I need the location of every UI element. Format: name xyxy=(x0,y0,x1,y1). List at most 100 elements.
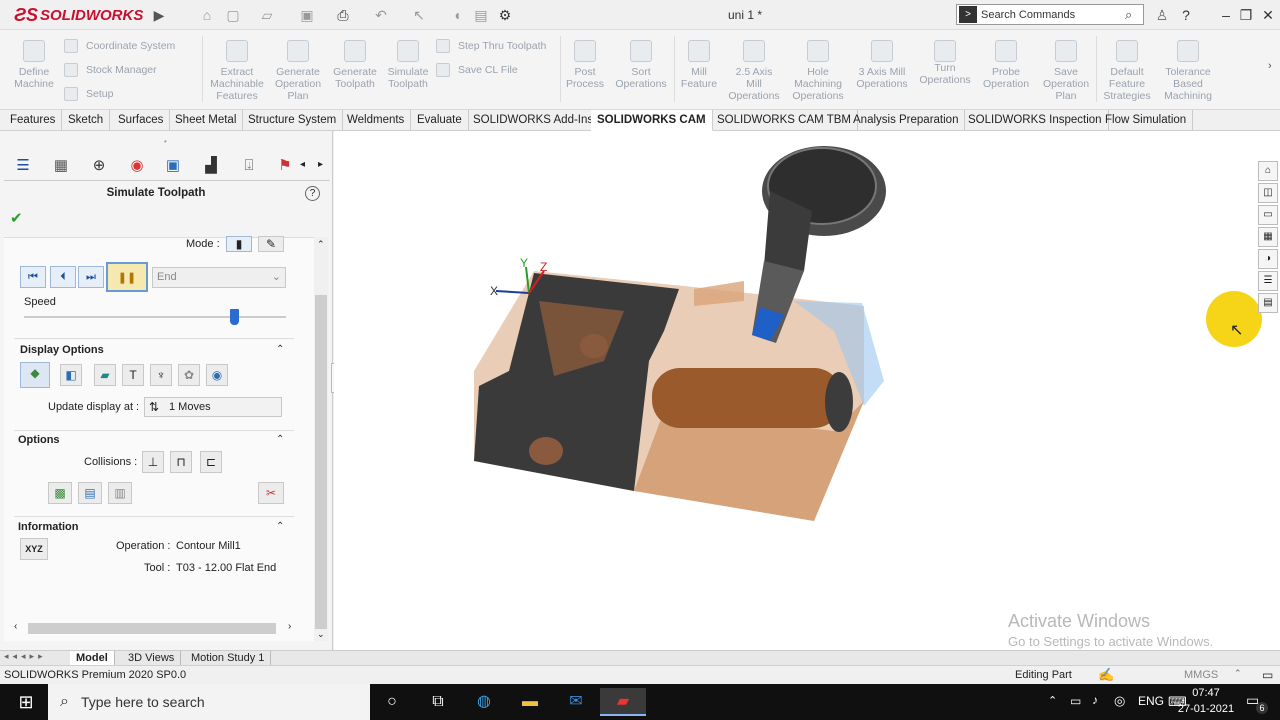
edge-icon[interactable]: ◍ xyxy=(466,688,502,716)
extract-machinable-features-button[interactable]: Extract Machinable Features xyxy=(206,36,268,102)
windows-start-icon[interactable]: ⊞ xyxy=(8,688,44,716)
scroll-left-icon[interactable]: ‹ xyxy=(14,621,17,632)
tab-analysis-preparation[interactable]: Analysis Preparation xyxy=(847,110,966,131)
scroll-up-icon[interactable]: ⌃ xyxy=(317,239,325,250)
collision-part-icon[interactable]: ⊏ xyxy=(200,451,222,473)
collapse-chevron-icon[interactable]: ⌃ xyxy=(276,344,284,355)
information-header[interactable]: Information xyxy=(18,521,79,533)
scroll-down-icon[interactable]: ⌄ xyxy=(317,629,325,640)
save-operation-plan-button[interactable]: Save Operation Plan xyxy=(1038,36,1094,102)
file-explorer-taskbar-icon[interactable]: ▬ xyxy=(512,688,548,716)
save-stl-icon[interactable]: ▤ xyxy=(78,482,102,504)
tab-solidworks-add-ins[interactable]: SOLIDWORKS Add-Ins xyxy=(467,110,601,131)
tolerance-based-machining-button[interactable]: Tolerance Based Machining xyxy=(1158,36,1218,102)
solidworks-taskbar-icon[interactable]: ▰ xyxy=(600,688,646,716)
pause-button[interactable]: ❚❚ xyxy=(106,262,148,292)
hole-machining-button[interactable]: Hole Machining Operations xyxy=(788,36,848,102)
restore-button[interactable]: ❐ xyxy=(1236,5,1256,25)
property-manager-icon[interactable]: ▦ xyxy=(48,153,74,179)
end-dropdown[interactable]: End ⌄ xyxy=(152,267,286,288)
file-properties-icon[interactable]: ▤ xyxy=(472,6,490,24)
tools-icon[interactable]: ✂ xyxy=(258,482,284,504)
xyz-button[interactable]: XYZ xyxy=(20,538,48,560)
tab-solidworks-cam-tbm[interactable]: SOLIDWORKS CAM TBM xyxy=(711,110,858,131)
panel-scroll-left-icon[interactable]: ◂ xyxy=(300,159,305,170)
probe-operation-button[interactable]: Probe Operation xyxy=(978,36,1034,90)
status-chat-icon[interactable]: ▭ xyxy=(1262,668,1273,682)
configuration-manager-icon[interactable]: ⊕ xyxy=(86,153,112,179)
minimize-button[interactable]: – xyxy=(1216,5,1236,25)
open-icon[interactable]: ▱ xyxy=(258,6,276,24)
units-selector[interactable]: MMGS xyxy=(1184,669,1218,681)
forum-icon[interactable]: ▤ xyxy=(1258,293,1278,313)
step-back-button[interactable]: ⏴ xyxy=(50,266,76,288)
simulate-toolpath-button[interactable]: Simulate Toolpath xyxy=(384,36,432,90)
cam-operation-tree-icon[interactable]: ▟ xyxy=(198,153,224,179)
tab-solidworks-cam[interactable]: SOLIDWORKS CAM xyxy=(591,110,713,131)
volume-icon[interactable]: ♪ xyxy=(1092,693,1098,707)
setup-button[interactable]: Setup xyxy=(64,86,113,102)
rebuild-status-icon[interactable]: ✍ xyxy=(1098,667,1114,683)
expand-menu-icon[interactable]: ▶ xyxy=(150,6,168,24)
undo-icon[interactable]: ↶ xyxy=(372,6,390,24)
display-tool-icon[interactable]: T xyxy=(122,364,144,386)
help-icon[interactable]: ? xyxy=(305,186,320,201)
collision-tool-icon[interactable]: ⊥ xyxy=(142,451,164,473)
clock-time[interactable]: 07:47 xyxy=(1174,687,1238,699)
scrollbar-thumb[interactable] xyxy=(315,295,327,629)
display-toolpath-icon[interactable]: ◉ xyxy=(206,364,228,386)
tab-weldments[interactable]: Weldments xyxy=(341,110,412,131)
default-feature-strategies-button[interactable]: Default Feature Strategies xyxy=(1100,36,1154,102)
battery-icon[interactable]: ▭ xyxy=(1070,694,1081,708)
select-icon[interactable]: ↖ xyxy=(410,6,428,24)
cam-feature-tree-icon[interactable]: ▣ xyxy=(160,153,186,179)
search-icon[interactable]: ⌕ xyxy=(1125,7,1143,23)
hscrollbar-thumb[interactable] xyxy=(28,623,276,634)
model-view[interactable]: X Y Z ↖ xyxy=(334,131,1280,650)
generate-toolpath-button[interactable]: Generate Toolpath xyxy=(330,36,380,90)
tab-surfaces[interactable]: Surfaces xyxy=(112,110,171,131)
display-options-header[interactable]: Display Options xyxy=(20,344,104,356)
save-stock-icon[interactable]: ▥ xyxy=(108,482,132,504)
speed-slider-thumb[interactable] xyxy=(229,309,239,325)
generate-operation-plan-button[interactable]: Generate Operation Plan xyxy=(272,36,324,102)
collapse-chevron-icon[interactable]: ⌃ xyxy=(276,521,284,532)
more-commands-icon[interactable]: › xyxy=(1268,60,1272,72)
clock-date[interactable]: 27-01-2021 xyxy=(1172,703,1240,715)
home-icon[interactable]: ⌂ xyxy=(198,6,216,24)
options-header[interactable]: Options xyxy=(18,434,60,446)
save-cl-file-button[interactable]: Save CL File xyxy=(436,62,518,78)
user-icon[interactable]: ♙ xyxy=(1152,5,1172,25)
speed-slider-track[interactable] xyxy=(24,316,286,318)
step-forward-button[interactable]: ⏭ xyxy=(78,266,104,288)
two-five-axis-mill-button[interactable]: 2.5 Axis Mill Operations xyxy=(724,36,784,102)
define-machine-button[interactable]: Define Machine xyxy=(10,36,58,90)
search-input[interactable]: Search Commands xyxy=(981,9,1125,21)
mode-wire-icon[interactable]: ✎ xyxy=(258,236,284,252)
display-part-icon[interactable]: ◧ xyxy=(60,364,82,386)
step-thru-toolpath-button[interactable]: Step Thru Toolpath xyxy=(436,38,546,54)
display-fixture-icon[interactable]: ✿ xyxy=(178,364,200,386)
panel-handle[interactable]: • xyxy=(164,137,167,146)
tab-nav-arrows[interactable]: ◂◂◂▸▸ xyxy=(4,651,47,662)
file-explorer-icon[interactable]: ▭ xyxy=(1258,205,1278,225)
sort-operations-button[interactable]: Sort Operations xyxy=(612,36,670,90)
post-process-button[interactable]: Post Process xyxy=(564,36,606,90)
rebuild-icon[interactable]: ◖ xyxy=(448,6,466,24)
mode-solid-icon[interactable]: ▮ xyxy=(226,236,252,252)
search-commands-box[interactable]: > Search Commands ⌕ xyxy=(956,4,1144,25)
compare-icon[interactable]: ▩ xyxy=(48,482,72,504)
collision-holder-icon[interactable]: ⊓ xyxy=(170,451,192,473)
appearances-icon[interactable]: ◑ xyxy=(1258,249,1278,269)
display-shaded-icon[interactable]: ▰ xyxy=(94,364,116,386)
cam-tolerance-tree-icon[interactable]: ⚑ xyxy=(272,153,298,179)
tab-features[interactable]: Features xyxy=(4,110,63,131)
stock-manager-button[interactable]: Stock Manager xyxy=(64,62,157,78)
view-3d-icon[interactable]: ◫ xyxy=(1258,183,1278,203)
tab-sheet-metal[interactable]: Sheet Metal xyxy=(169,110,244,131)
display-manager-icon[interactable]: ◉ xyxy=(124,153,150,179)
tab-model[interactable]: Model xyxy=(70,651,115,666)
view-home-icon[interactable]: ⌂ xyxy=(1258,161,1278,181)
solidworks-logo[interactable]: ƧS SOLIDWORKS xyxy=(14,4,143,26)
task-view-icon[interactable]: ⧉ xyxy=(420,688,456,716)
